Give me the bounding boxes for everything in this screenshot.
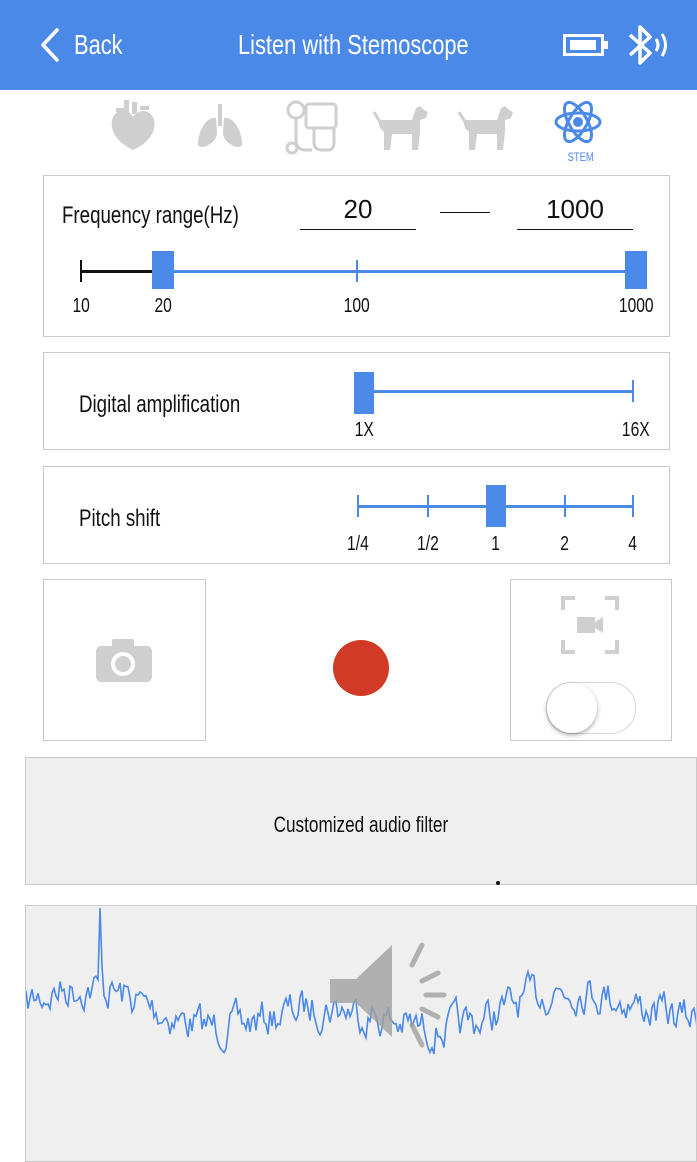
- pitch-tick-label: 1/4: [347, 533, 369, 555]
- pitch-tick: [357, 495, 359, 517]
- pitch-thumb[interactable]: [486, 485, 506, 527]
- frequency-min-value[interactable]: 20: [300, 194, 416, 225]
- back-label: Back: [74, 29, 123, 60]
- frequency-max-thumb[interactable]: [625, 251, 647, 289]
- pitch-shift-panel: Pitch shift 1/4 1/2 1 2 4: [43, 466, 670, 564]
- dog-icon[interactable]: [372, 98, 432, 154]
- range-dash: [440, 212, 490, 213]
- pitch-tick-label: 4: [628, 533, 638, 555]
- frequency-tick-100: [356, 260, 358, 282]
- frequency-tick-label: 10: [72, 295, 90, 317]
- pitch-tick: [564, 495, 566, 517]
- dog-icon[interactable]: [457, 98, 517, 154]
- amplification-tick-label: 1X: [354, 419, 374, 441]
- frequency-min-thumb[interactable]: [152, 251, 174, 289]
- pitch-tick-label: 2: [560, 533, 570, 555]
- amplification-panel: Digital amplification 1X 16X: [43, 352, 670, 450]
- custom-filter-button[interactable]: Customized audio filter: [25, 757, 697, 885]
- bluetooth-icon: [628, 25, 667, 65]
- toggle-knob: [547, 683, 597, 733]
- frequency-min-underline: [300, 229, 416, 230]
- frequency-tick-label: 20: [154, 295, 172, 317]
- pitch-tick: [632, 495, 634, 517]
- heart-icon[interactable]: [104, 98, 162, 154]
- back-button[interactable]: Back: [40, 22, 136, 68]
- pitch-tick-label: 1: [491, 533, 501, 555]
- record-button[interactable]: [333, 640, 389, 696]
- video-focus-icon[interactable]: [561, 596, 619, 654]
- frequency-track-active: [161, 270, 635, 273]
- speaker-volume-icon[interactable]: [326, 931, 456, 1051]
- amplification-tick-label: 16X: [622, 419, 650, 441]
- pitch-tick-label: 1/2: [417, 533, 439, 555]
- chevron-left-icon: [41, 28, 59, 62]
- frequency-tick-label: 1000: [618, 295, 654, 317]
- frequency-range-label: Frequency range(Hz): [62, 202, 239, 229]
- amplification-track: [364, 390, 634, 393]
- frequency-max-value[interactable]: 1000: [517, 194, 633, 225]
- pitch-tick: [427, 495, 429, 517]
- lungs-icon[interactable]: [192, 98, 248, 154]
- video-toggle[interactable]: [546, 682, 636, 734]
- custom-filter-label: Customized audio filter: [273, 812, 449, 837]
- frequency-tick-label: 100: [343, 295, 371, 317]
- amplification-tick-max: [632, 380, 634, 402]
- frequency-max-underline: [517, 229, 633, 230]
- amplification-label: Digital amplification: [79, 391, 241, 418]
- pitch-shift-label: Pitch shift: [79, 505, 161, 532]
- camera-icon: [96, 639, 152, 682]
- amplification-thumb[interactable]: [354, 372, 374, 414]
- top-bar: Back Listen with Stemoscope: [0, 0, 697, 90]
- frequency-range-panel: Frequency range(Hz) 20 1000 10 20 100 10…: [43, 175, 670, 337]
- frequency-track-inactive: [81, 270, 161, 273]
- waveform-panel: [25, 905, 697, 1162]
- page-dot: [496, 881, 500, 885]
- atom-icon[interactable]: [552, 96, 604, 148]
- page-title: Listen with Stemoscope: [238, 29, 469, 60]
- battery-icon: [563, 34, 608, 56]
- photo-button[interactable]: [43, 579, 206, 741]
- stethoscope-icon[interactable]: [282, 98, 342, 158]
- frequency-tick-10: [80, 260, 82, 282]
- stem-label: STEM: [567, 150, 594, 164]
